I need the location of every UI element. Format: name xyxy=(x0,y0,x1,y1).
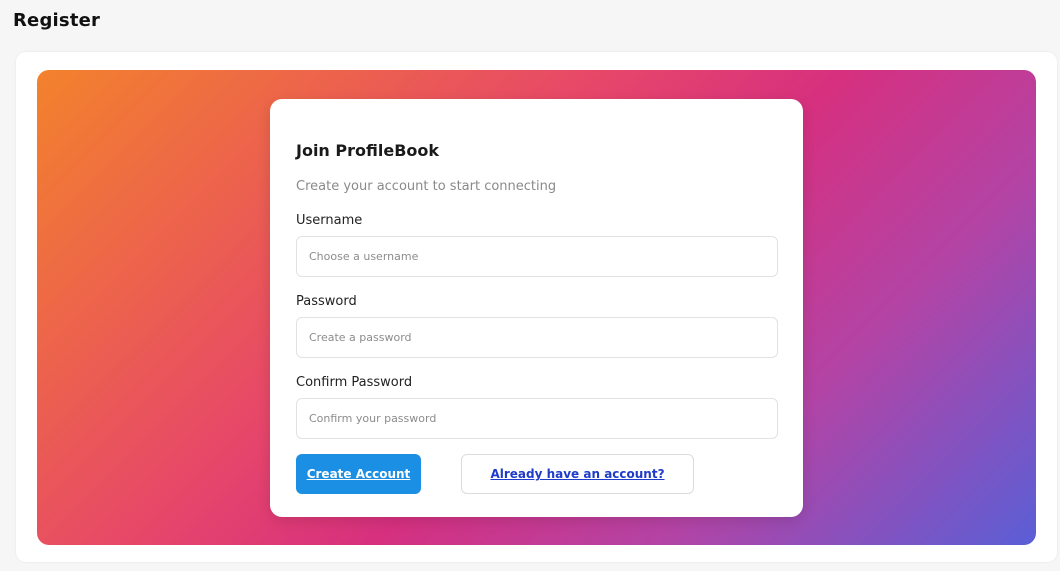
password-label: Password xyxy=(296,294,357,309)
username-input[interactable] xyxy=(296,236,778,277)
page-title: Register xyxy=(13,10,101,31)
register-page: Register Join ProfileBook Create your ac… xyxy=(0,0,1060,571)
confirm-password-label: Confirm Password xyxy=(296,375,413,390)
login-link-button[interactable]: Already have an account? xyxy=(461,454,694,494)
card-subtitle: Create your account to start connecting xyxy=(296,179,557,194)
card-title: Join ProfileBook xyxy=(296,141,440,160)
username-label: Username xyxy=(296,213,363,228)
confirm-password-input[interactable] xyxy=(296,398,778,439)
create-account-button[interactable]: Create Account xyxy=(296,454,421,494)
password-input[interactable] xyxy=(296,317,778,358)
register-card: Join ProfileBook Create your account to … xyxy=(270,99,803,517)
